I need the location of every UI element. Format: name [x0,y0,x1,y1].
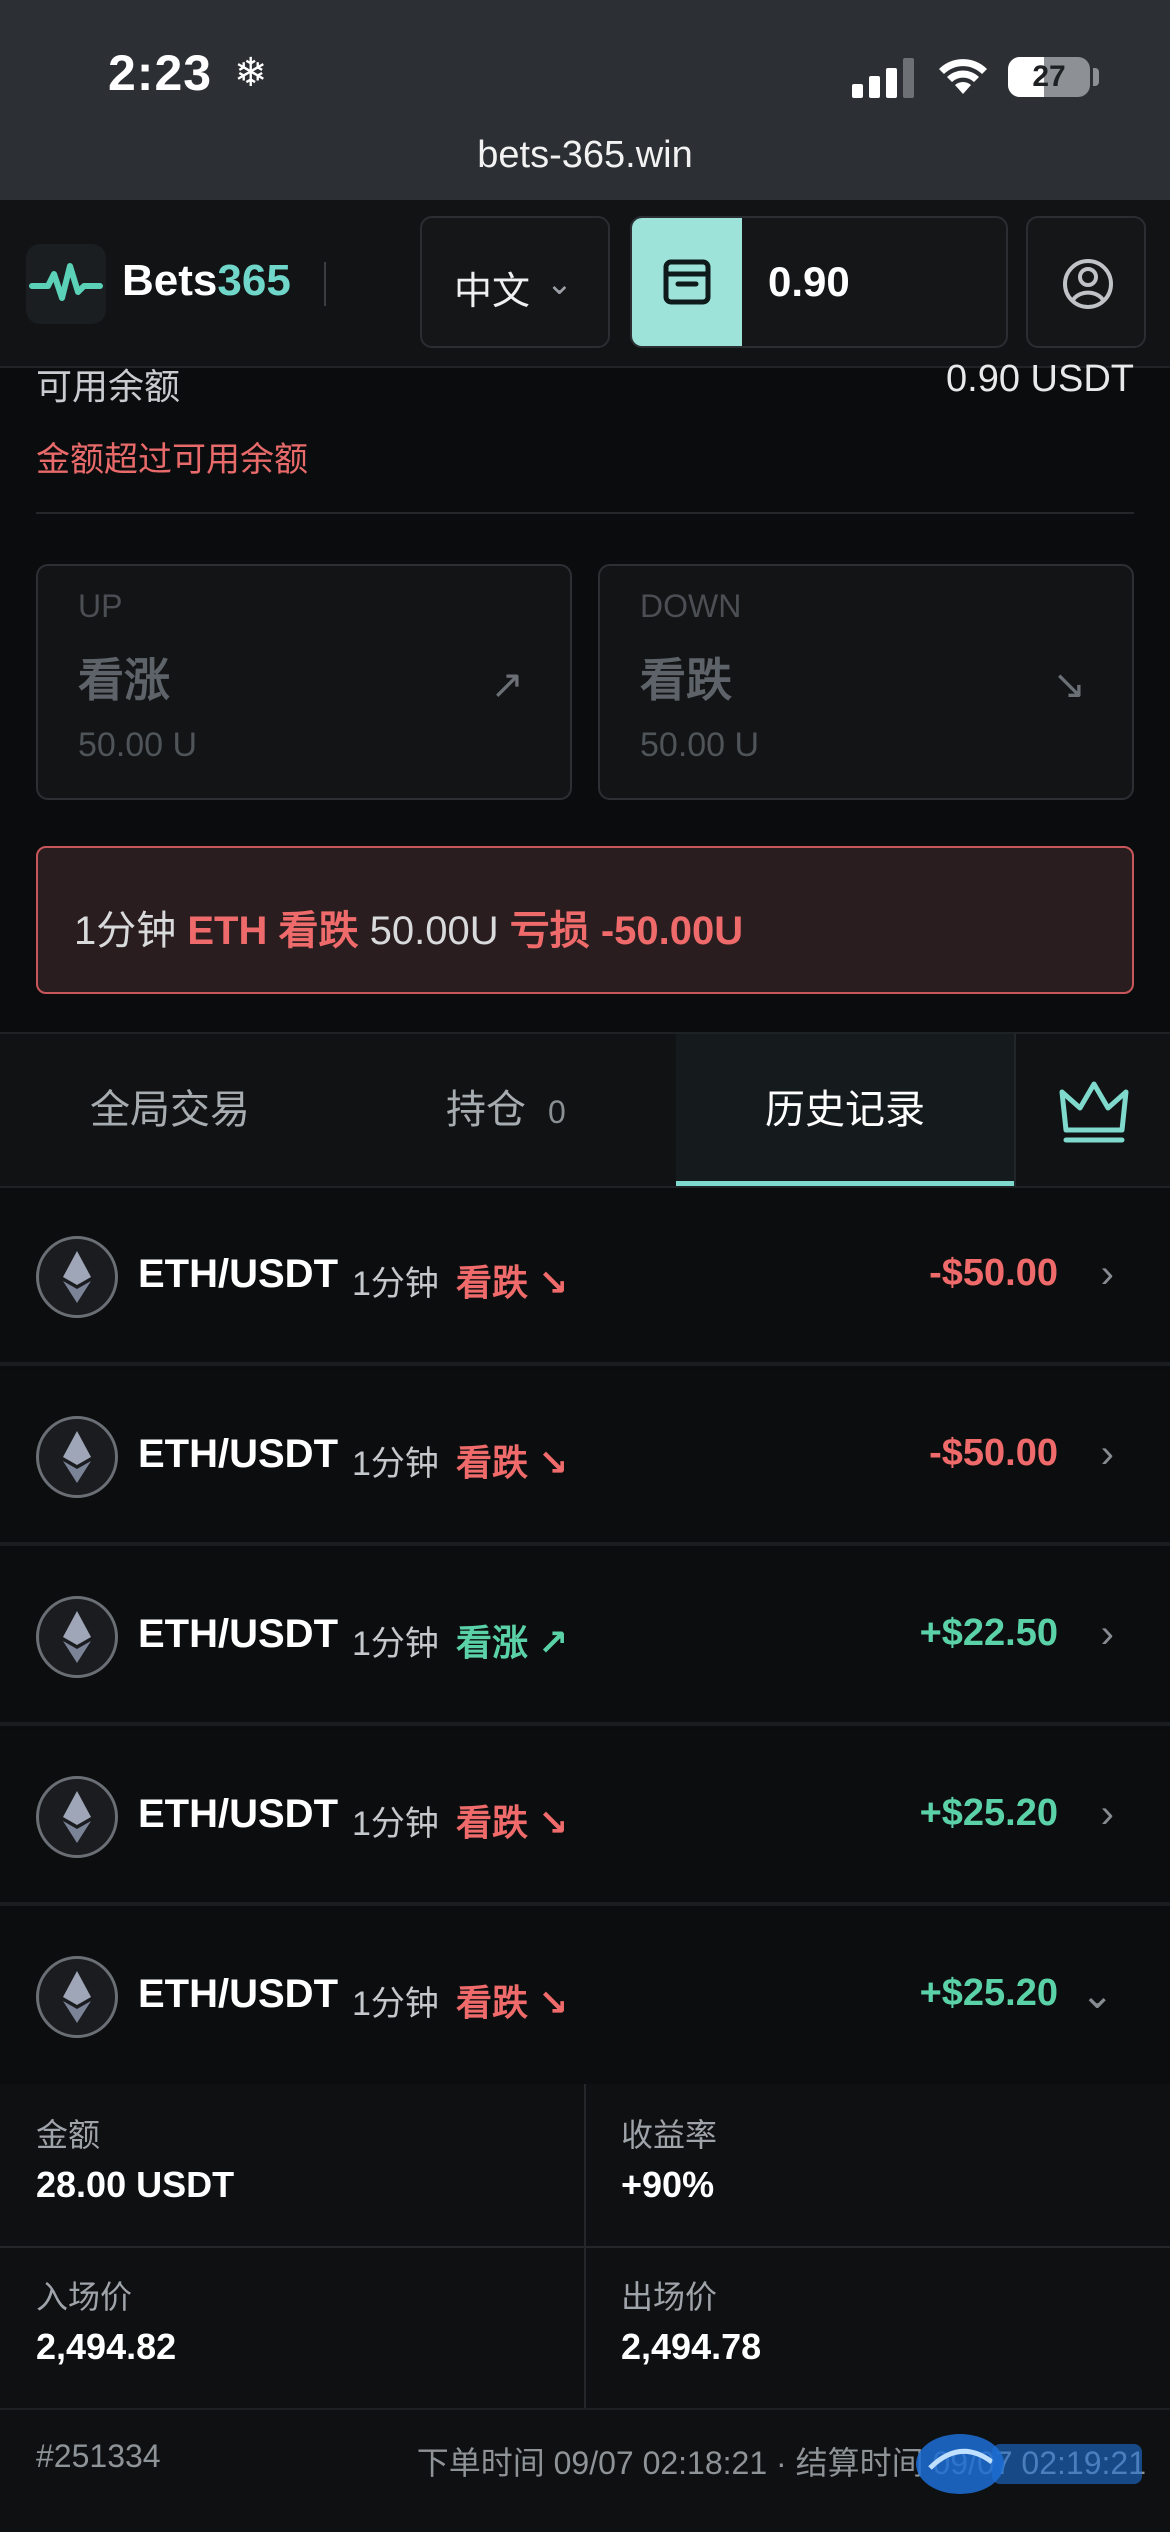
positions-count: 0 [548,1094,566,1130]
up-title: 看涨 [78,654,170,706]
detail-return-rate: 收益率 +90% [621,2117,718,2205]
trade-pair: ETH/USDT [138,1792,338,1836]
account-button[interactable] [1026,216,1146,348]
tab-bar: 全局交易 持仓 0 历史记录 [0,1032,1170,1188]
available-balance-label: 可用余额 [36,366,181,407]
available-balance-value: 0.90 USDT [946,358,1134,400]
wallet-icon [632,218,742,346]
history-row[interactable]: ETH/USDT 1分钟 看涨 ↗ +$22.50 › [0,1550,1170,1726]
trade-period: 1分钟 [352,1265,439,1303]
eth-coin-icon [36,1956,118,2038]
trade-pnl: +$25.20 [919,1792,1058,1834]
trade-direction: 看跌 ↘ [456,1802,569,1843]
chevron-down-icon: ⌄ [1080,1973,1114,2017]
address-bar-url[interactable]: bets-365.win [0,134,1170,177]
battery-percent: 27 [1032,60,1066,93]
tab-history[interactable]: 历史记录 [676,1034,1014,1186]
trade-pair: ETH/USDT [138,1432,338,1476]
trade-pnl: -$50.00 [929,1252,1058,1294]
tab-positions[interactable]: 持仓 0 [336,1034,676,1186]
detail-amount: 金额 28.00 USDT [36,2117,235,2205]
eth-coin-icon [36,1236,118,1318]
notice-pair-direction: ETH 看跌 [187,909,359,953]
wifi-icon [939,59,987,94]
notice-period: 1分钟 [74,909,177,953]
chevron-right-icon: › [1100,1612,1114,1656]
history-row[interactable]: ETH/USDT 1分钟 看跌 ↘ -$50.00 › [0,1190,1170,1366]
detail-exit-price: 出场价 2,494.78 [621,2279,762,2367]
trade-pnl: +$22.50 [919,1612,1058,1654]
logo-icon[interactable] [26,244,106,324]
history-row[interactable]: ETH/USDT 1分钟 看跌 ↘ +$25.20 › [0,1730,1170,1906]
vip-button[interactable] [1014,1034,1170,1186]
notice-amount: 50.00U [369,909,499,953]
order-id: #251334 [36,2438,161,2474]
trade-pair: ETH/USDT [138,1612,338,1656]
trade-direction: 看跌 ↘ [456,1982,569,2023]
battery-icon: 27 [1008,57,1090,97]
trade-direction: 看跌 ↘ [456,1442,569,1483]
trade-result-notice: 1分钟 ETH 看跌 50.00U 亏损 -50.00U [36,846,1134,994]
trade-period: 1分钟 [352,1445,439,1483]
tab-global-trades[interactable]: 全局交易 [0,1034,336,1186]
up-amount: 50.00 U [78,726,198,764]
trade-period: 1分钟 [352,1985,439,2023]
arrow-down-right-icon: ↘ [538,1442,569,1483]
arrow-down-right-icon: ↘ [538,1262,569,1303]
down-amount: 50.00 U [640,726,760,764]
trade-pair: ETH/USDT [138,1252,338,1296]
arrow-up-right-icon: ↗ [538,1622,569,1663]
snowflake-icon: ❄ [234,51,268,95]
history-row-expanded[interactable]: ETH/USDT 1分钟 看跌 ↘ +$25.20 ⌄ [0,1910,1170,2086]
chevron-right-icon: › [1100,1432,1114,1476]
chevron-right-icon: › [1100,1252,1114,1296]
balance-error-message: 金额超过可用余额 [36,441,308,479]
brand-name[interactable]: Bets365 [122,256,291,306]
eth-coin-icon [36,1596,118,1678]
language-label: 中文 [454,271,531,313]
arrow-down-right-icon: ↘ [1052,663,1086,707]
buy-up-button[interactable]: UP 看涨 50.00 U ↗ [36,564,572,800]
eth-coin-icon [36,1416,118,1498]
language-selector[interactable]: 中文 ⌄ [420,216,610,348]
cellular-signal-icon [852,58,914,98]
history-row[interactable]: ETH/USDT 1分钟 看跌 ↘ -$50.00 › [0,1370,1170,1546]
down-tag: DOWN [640,588,742,624]
wallet-balance: 0.90 [768,258,850,305]
trade-direction: 看跌 ↘ [456,1262,569,1303]
arrow-down-right-icon: ↘ [538,1982,569,2023]
up-tag: UP [78,588,123,624]
wallet-button[interactable]: 0.90 [630,216,1008,348]
detail-entry-price: 入场价 2,494.82 [36,2279,177,2367]
status-time: 2:23 [108,45,213,101]
arrow-down-right-icon: ↘ [538,1802,569,1843]
buy-down-button[interactable]: DOWN 看跌 50.00 U ↘ [598,564,1134,800]
notice-result: 亏损 -50.00U [509,909,744,953]
crown-icon [1059,1081,1129,1143]
down-title: 看跌 [640,654,732,706]
chevron-down-icon: ⌄ [546,265,573,301]
trade-period: 1分钟 [352,1625,439,1663]
trade-direction: 看涨 ↗ [456,1622,569,1663]
trade-pnl: -$50.00 [929,1432,1058,1474]
chevron-right-icon: › [1100,1792,1114,1836]
trade-pnl: +$25.20 [919,1972,1058,2014]
trade-period: 1分钟 [352,1805,439,1843]
status-bar: 2:23 ❄ 27 bets-365.win [0,0,1170,200]
user-icon [1063,259,1113,309]
watermark-logo-icon [916,2434,1142,2494]
app-header: Bets365 中文 ⌄ 0.90 [0,200,1170,368]
eth-coin-icon [36,1776,118,1858]
trade-pair: ETH/USDT [138,1972,338,2016]
arrow-up-right-icon: ↗ [490,663,524,707]
